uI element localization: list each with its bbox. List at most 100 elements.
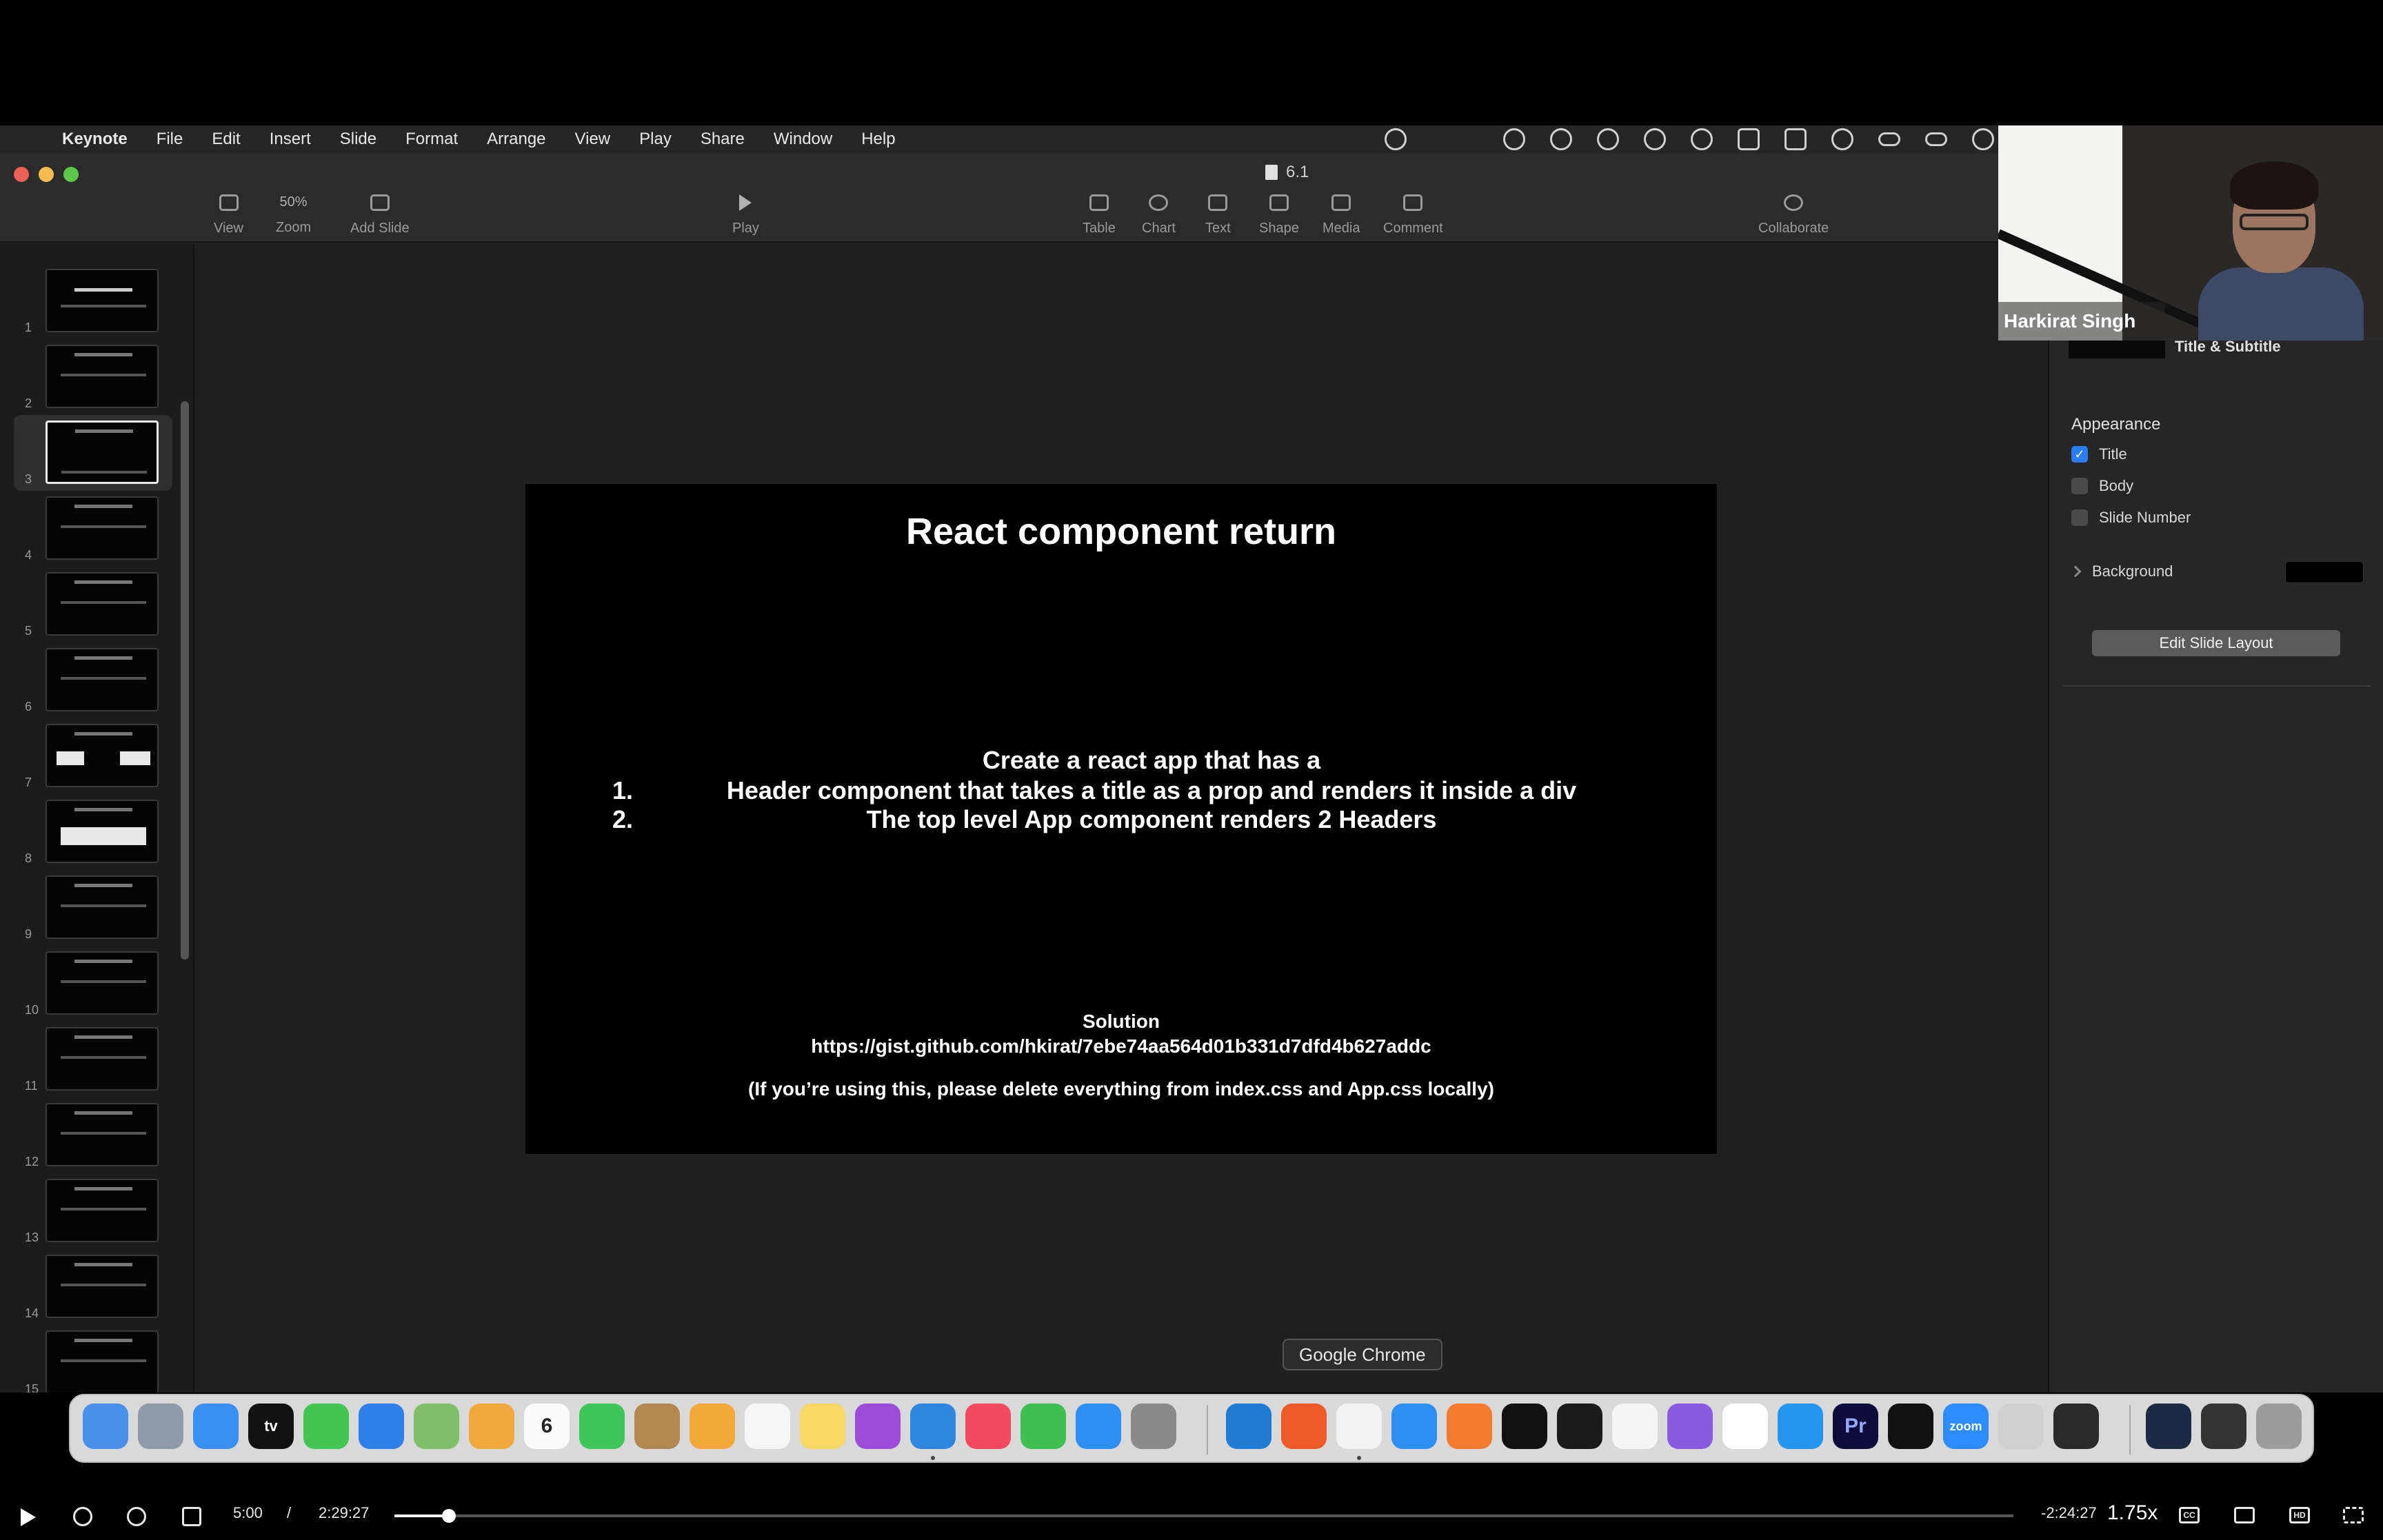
slide-thumbnail[interactable]: 6 bbox=[0, 642, 172, 718]
current-slide[interactable]: React component return Create a react ap… bbox=[525, 484, 1717, 1154]
menu-arrange[interactable]: Arrange bbox=[487, 130, 545, 149]
menu-edit[interactable]: Edit bbox=[212, 130, 240, 149]
progress-knob[interactable] bbox=[441, 1509, 456, 1523]
zoom-window-button[interactable] bbox=[63, 167, 79, 182]
background-color-swatch[interactable] bbox=[2285, 561, 2364, 583]
body-checkbox[interactable] bbox=[2071, 478, 2088, 494]
status-compass-icon[interactable] bbox=[1550, 128, 1572, 150]
pen-tool-icon[interactable] bbox=[1447, 1404, 1492, 1449]
slide-thumbnail[interactable]: 1 bbox=[0, 263, 172, 339]
status-app-icon[interactable] bbox=[1738, 128, 1760, 150]
screenshot-icon[interactable] bbox=[1888, 1404, 1933, 1449]
slide-thumbnail[interactable]: 13 bbox=[0, 1173, 172, 1249]
toolbar-comment[interactable]: Comment bbox=[1383, 194, 1443, 236]
edge-icon[interactable] bbox=[1226, 1404, 1271, 1449]
status-vpn-icon[interactable] bbox=[1691, 128, 1713, 150]
downloads-stack-icon[interactable] bbox=[2201, 1404, 2246, 1449]
status-cat-icon[interactable] bbox=[1784, 128, 1807, 150]
mail-icon[interactable] bbox=[359, 1404, 404, 1449]
notes-icon[interactable] bbox=[800, 1404, 845, 1449]
slide-thumbnail[interactable]: 5 bbox=[0, 567, 172, 642]
status-screen-share-icon[interactable] bbox=[1385, 128, 1407, 150]
slide-thumbnail[interactable]: 2 bbox=[0, 339, 172, 415]
brave-icon[interactable] bbox=[1281, 1404, 1327, 1449]
status-sail-icon[interactable] bbox=[1972, 128, 1994, 150]
exit-fullscreen-icon[interactable] bbox=[2343, 1507, 2364, 1523]
title-checkbox-row[interactable]: ✓ Title bbox=[2071, 445, 2127, 463]
solution-link[interactable]: https://gist.github.com/hkirat/7ebe74aa5… bbox=[525, 1035, 1717, 1057]
toolbar-collaborate[interactable]: Collaborate bbox=[1758, 194, 1829, 236]
arc-icon[interactable] bbox=[1667, 1404, 1713, 1449]
whatsapp-icon[interactable] bbox=[1998, 1404, 2044, 1449]
slide-thumbnail[interactable]: 10 bbox=[0, 946, 172, 1022]
toolbar-play[interactable]: Play bbox=[732, 194, 759, 236]
calendar-icon[interactable]: 6 bbox=[524, 1404, 570, 1449]
slide-number-checkbox[interactable] bbox=[2071, 509, 2088, 526]
slide-thumbnail[interactable]: 8 bbox=[0, 794, 172, 870]
status-recorder-icon[interactable] bbox=[1503, 128, 1525, 150]
toolbar-chart[interactable]: Chart bbox=[1142, 194, 1176, 236]
play-icon[interactable] bbox=[21, 1508, 36, 1526]
toolbar-shape[interactable]: Shape bbox=[1259, 194, 1299, 236]
music-icon[interactable] bbox=[965, 1404, 1011, 1449]
status-moon-icon[interactable] bbox=[1831, 128, 1853, 150]
activity-monitor-icon[interactable] bbox=[2053, 1404, 2099, 1449]
slide-title[interactable]: React component return bbox=[525, 510, 1717, 553]
rewind-icon[interactable] bbox=[73, 1507, 92, 1526]
zoom-icon[interactable]: zoom bbox=[1943, 1404, 1989, 1449]
slide-thumbnail[interactable]: 9 bbox=[0, 870, 172, 946]
apple-icon[interactable] bbox=[21, 128, 44, 151]
slide-thumbnail[interactable]: 15 bbox=[0, 1325, 172, 1392]
close-button[interactable] bbox=[14, 167, 29, 182]
forward-icon[interactable] bbox=[127, 1507, 146, 1526]
navigator-scrollbar[interactable] bbox=[181, 401, 189, 960]
maps-icon[interactable] bbox=[414, 1404, 459, 1449]
iterm-icon[interactable] bbox=[1557, 1404, 1602, 1449]
system-settings-icon[interactable] bbox=[1131, 1404, 1176, 1449]
launchpad-icon[interactable] bbox=[138, 1404, 183, 1449]
minimize-button[interactable] bbox=[39, 167, 54, 182]
menu-share[interactable]: Share bbox=[701, 130, 745, 149]
solution-note[interactable]: (If you’re using this, please delete eve… bbox=[525, 1078, 1717, 1100]
menu-file[interactable]: File bbox=[157, 130, 183, 149]
toolbar-media[interactable]: Media bbox=[1323, 194, 1360, 236]
terminal-icon[interactable] bbox=[1502, 1404, 1547, 1449]
menu-play[interactable]: Play bbox=[639, 130, 672, 149]
edit-slide-layout-button[interactable]: Edit Slide Layout bbox=[2092, 630, 2340, 656]
slide-thumbnail[interactable]: 14 bbox=[0, 1249, 172, 1325]
body-checkbox-row[interactable]: Body bbox=[2071, 477, 2133, 495]
podcasts-icon[interactable] bbox=[855, 1404, 901, 1449]
status-grid-icon[interactable] bbox=[1644, 128, 1666, 150]
photos-icon[interactable] bbox=[469, 1404, 514, 1449]
apple-tv-icon[interactable]: tv bbox=[248, 1404, 294, 1449]
facetime-icon[interactable] bbox=[579, 1404, 625, 1449]
slide-thumbnail-selected[interactable]: 3 bbox=[14, 415, 172, 491]
status-battery-icon[interactable] bbox=[1925, 132, 1947, 146]
chrome-icon[interactable] bbox=[1336, 1404, 1382, 1449]
minimized-window-icon[interactable] bbox=[2146, 1404, 2191, 1449]
toolbar-table[interactable]: Table bbox=[1083, 194, 1116, 236]
reminders-icon[interactable] bbox=[745, 1404, 790, 1449]
app-store-icon[interactable] bbox=[1076, 1404, 1121, 1449]
title-checkbox[interactable]: ✓ bbox=[2071, 446, 2088, 463]
status-arrows-icon[interactable] bbox=[1878, 132, 1900, 146]
slide-thumbnail[interactable]: 11 bbox=[0, 1022, 172, 1097]
docker-icon[interactable] bbox=[1778, 1404, 1823, 1449]
toolbar-text[interactable]: Text bbox=[1205, 194, 1231, 236]
trash-icon[interactable] bbox=[2256, 1404, 2302, 1449]
premiere-pro-icon[interactable]: Pr bbox=[1833, 1404, 1878, 1449]
menu-window[interactable]: Window bbox=[774, 130, 832, 149]
background-row[interactable]: Background bbox=[2069, 563, 2173, 580]
captions-icon[interactable]: CC bbox=[2179, 1507, 2200, 1523]
playback-speed[interactable]: 1.75x bbox=[2107, 1501, 2158, 1525]
pages-icon[interactable] bbox=[690, 1404, 735, 1449]
volume-icon[interactable] bbox=[182, 1507, 201, 1526]
status-creative-cloud-icon[interactable] bbox=[1597, 128, 1619, 150]
menu-insert[interactable]: Insert bbox=[270, 130, 311, 149]
numbers-icon[interactable] bbox=[1020, 1404, 1066, 1449]
safari-icon[interactable] bbox=[193, 1404, 239, 1449]
picture-in-picture-icon[interactable] bbox=[2234, 1507, 2255, 1523]
zoom-app-icon[interactable] bbox=[1391, 1404, 1437, 1449]
quality-icon[interactable]: HD bbox=[2289, 1507, 2310, 1523]
toolbar-view[interactable]: View bbox=[214, 194, 243, 236]
